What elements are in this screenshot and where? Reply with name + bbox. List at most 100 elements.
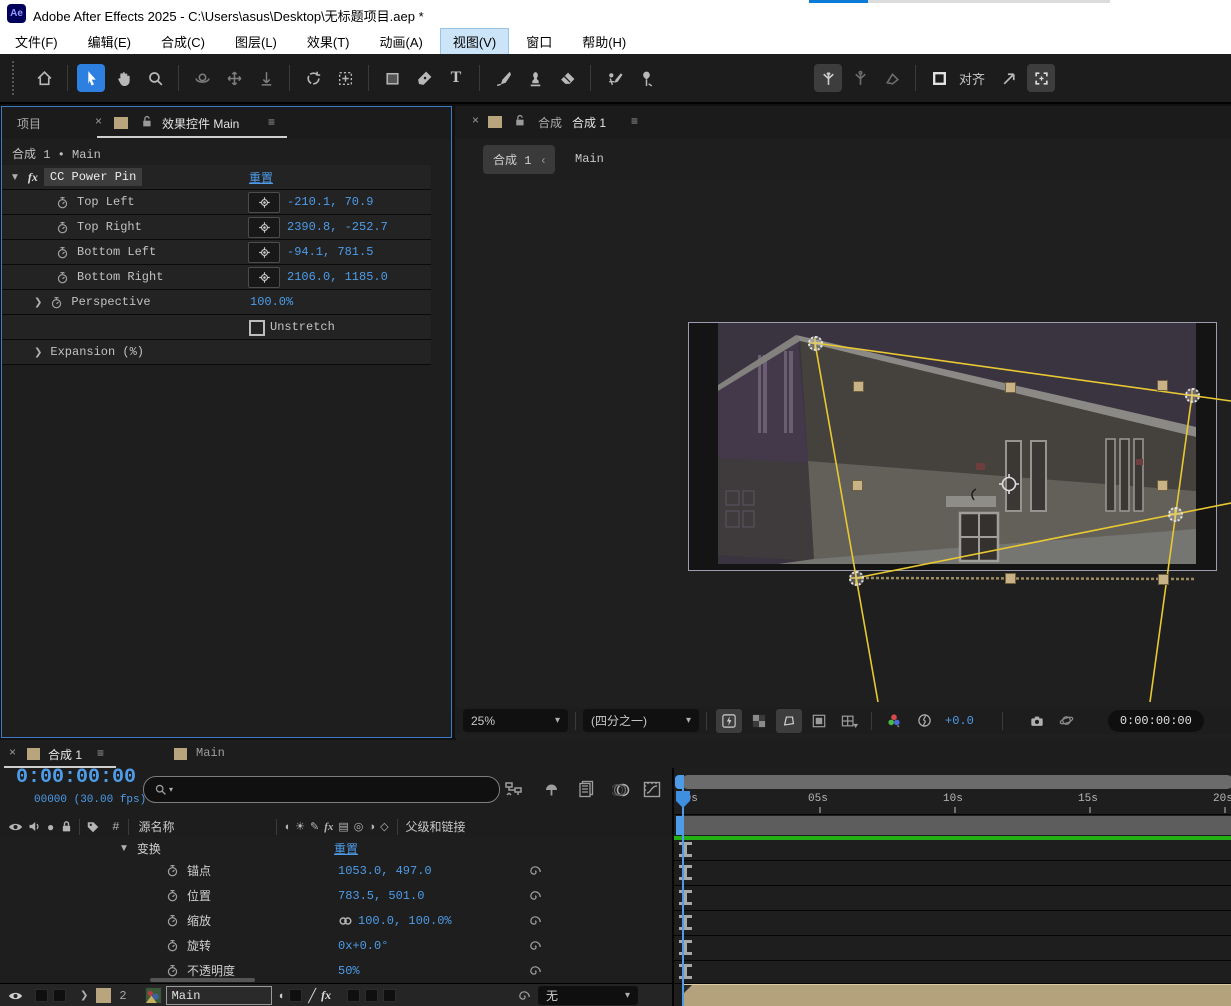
roto-brush-tool[interactable] bbox=[600, 64, 628, 92]
menu-edit[interactable]: 编辑(E) bbox=[76, 29, 143, 54]
pick-whip-icon[interactable] bbox=[528, 964, 542, 978]
transform-label[interactable]: 变换 bbox=[137, 840, 161, 857]
stopwatch-icon[interactable] bbox=[166, 864, 179, 877]
puppet-pin-tool[interactable] bbox=[632, 64, 660, 92]
composition-mini-flowchart-icon[interactable] bbox=[505, 782, 523, 798]
layer-row-main[interactable]: ❯ 2 Main ◖ ╱ fx 无 ▾ bbox=[0, 983, 672, 1006]
time-navigator-bar[interactable] bbox=[682, 775, 1231, 789]
pick-whip-icon[interactable] bbox=[528, 914, 542, 928]
prop-value[interactable]: 1053.0, 497.0 bbox=[338, 864, 432, 878]
param-value[interactable]: -210.1, 70.9 bbox=[287, 195, 373, 209]
prop-label[interactable]: 位置 bbox=[187, 887, 211, 904]
layer-audio-box[interactable] bbox=[35, 989, 48, 1002]
timeline-search[interactable]: ▾ bbox=[143, 776, 500, 803]
effect-row-expansion[interactable]: ❯ Expansion (%) bbox=[2, 340, 431, 365]
puppet-starch-pin-button[interactable] bbox=[846, 64, 874, 92]
param-value[interactable]: -94.1, 781.5 bbox=[287, 245, 373, 259]
menu-window[interactable]: 窗口 bbox=[514, 29, 564, 54]
stopwatch-icon[interactable] bbox=[166, 939, 179, 952]
menu-effect[interactable]: 效果(T) bbox=[295, 29, 362, 54]
prop-value[interactable]: 783.5, 501.0 bbox=[338, 889, 424, 903]
opacity-row[interactable]: 不透明度 50% bbox=[0, 958, 672, 984]
menu-file[interactable]: 文件(F) bbox=[3, 29, 70, 54]
expand-effect-icon[interactable]: ▼ bbox=[10, 172, 20, 183]
tab-comp-1[interactable]: 合成 1 bbox=[48, 746, 82, 763]
snapping-toggle[interactable] bbox=[995, 64, 1023, 92]
exposure-value[interactable]: +0.0 bbox=[945, 714, 974, 728]
layer-duration-bar[interactable] bbox=[682, 984, 1231, 1006]
pin-handle-bottom-left[interactable] bbox=[849, 571, 864, 586]
layer-pick-whip-icon[interactable] bbox=[517, 989, 531, 1003]
playhead-line[interactable] bbox=[682, 789, 684, 1006]
guides-grid-options-button[interactable] bbox=[836, 709, 862, 733]
menu-layer[interactable]: 图层(L) bbox=[223, 29, 289, 54]
brush-tool[interactable] bbox=[489, 64, 517, 92]
layer-shy-switch[interactable]: ◖ bbox=[278, 990, 285, 1002]
selection-tool[interactable] bbox=[77, 64, 105, 92]
region-of-interest-button[interactable] bbox=[806, 709, 832, 733]
pick-whip-icon[interactable] bbox=[528, 864, 542, 878]
layer-handle[interactable] bbox=[1157, 380, 1168, 391]
layer-blur-box[interactable] bbox=[365, 989, 378, 1002]
layer-handle[interactable] bbox=[1158, 574, 1169, 585]
layer-blend-box[interactable] bbox=[347, 989, 360, 1002]
tab-effect-controls[interactable]: 效果控件 Main bbox=[162, 115, 239, 132]
current-time-display[interactable]: 0:00:00:00 bbox=[16, 766, 136, 789]
clone-stamp-tool[interactable] bbox=[521, 64, 549, 92]
point-target-button[interactable] bbox=[248, 192, 280, 213]
exposure-reset-button[interactable] bbox=[911, 709, 937, 733]
keyframe-ibeam[interactable] bbox=[679, 842, 692, 857]
layer-handle[interactable] bbox=[1005, 382, 1016, 393]
tab-comp-name[interactable]: 合成 1 bbox=[572, 114, 606, 131]
mask-visibility-button[interactable] bbox=[776, 709, 802, 733]
hand-tool[interactable] bbox=[109, 64, 137, 92]
graph-editor-icon[interactable] bbox=[643, 781, 661, 798]
stopwatch-icon[interactable] bbox=[166, 889, 179, 902]
anchor-point-row[interactable]: 锚点 1053.0, 497.0 bbox=[0, 858, 672, 884]
stopwatch-icon[interactable] bbox=[56, 271, 69, 284]
time-ruler[interactable]: 00s 05s 10s 15s 20s bbox=[674, 789, 1231, 815]
pin-handle-top-right[interactable] bbox=[1185, 388, 1200, 403]
dolly-camera-tool[interactable] bbox=[252, 64, 280, 92]
view-3d-button[interactable] bbox=[1054, 709, 1080, 733]
transform-group-row[interactable]: ▼ 变换 重置 bbox=[0, 838, 672, 859]
rotation-row[interactable]: 旋转 0x+0.0° bbox=[0, 933, 672, 959]
prop-value[interactable]: 50% bbox=[338, 964, 360, 978]
fast-previews-button[interactable] bbox=[716, 709, 742, 733]
pan-behind-tool[interactable] bbox=[331, 64, 359, 92]
comp-nav-layer-label[interactable]: Main bbox=[575, 152, 604, 166]
mask-visibility-toggle[interactable] bbox=[925, 64, 953, 92]
zoom-tool[interactable] bbox=[141, 64, 169, 92]
resolution-dropdown[interactable]: (四分之一) ▾ bbox=[583, 709, 699, 732]
close-tab-icon[interactable]: × bbox=[95, 114, 102, 128]
tab-project[interactable]: 项目 bbox=[17, 115, 41, 132]
close-tab-icon[interactable]: × bbox=[9, 745, 16, 759]
keyframe-ibeam[interactable] bbox=[679, 865, 692, 880]
work-area-bar[interactable] bbox=[682, 816, 1231, 835]
effect-row-bottom-right[interactable]: Bottom Right 2106.0, 1185.0 bbox=[2, 265, 431, 290]
param-value[interactable]: 2106.0, 1185.0 bbox=[287, 270, 388, 284]
layer-solo-box[interactable] bbox=[53, 989, 66, 1002]
effect-name[interactable]: CC Power Pin bbox=[44, 168, 142, 186]
fx-badge-icon[interactable]: fx bbox=[28, 170, 38, 185]
unstretch-checkbox[interactable] bbox=[249, 320, 265, 336]
motion-blur-icon[interactable] bbox=[612, 782, 630, 798]
prop-value[interactable]: 100.0, 100.0% bbox=[358, 914, 452, 928]
point-target-button[interactable] bbox=[248, 242, 280, 263]
keyframe-ibeam[interactable] bbox=[679, 915, 692, 930]
panel-menu-icon[interactable]: ≡ bbox=[97, 746, 104, 760]
stopwatch-icon[interactable] bbox=[166, 914, 179, 927]
effect-row-top-right[interactable]: Top Right 2390.8, -252.7 bbox=[2, 215, 431, 240]
unlock-icon[interactable] bbox=[513, 114, 526, 127]
transparency-grid-button[interactable] bbox=[746, 709, 772, 733]
pin-handle-top-left[interactable] bbox=[808, 336, 823, 351]
home-button[interactable] bbox=[30, 64, 58, 92]
region-brackets-button[interactable] bbox=[1027, 64, 1055, 92]
perspective-value[interactable]: 100.0% bbox=[250, 295, 293, 309]
viewer-timecode[interactable]: 0:00:00:00 bbox=[1108, 710, 1204, 732]
unlock-icon[interactable] bbox=[140, 115, 153, 128]
stopwatch-icon[interactable] bbox=[56, 221, 69, 234]
snapshot-button[interactable] bbox=[1024, 709, 1050, 733]
prop-label[interactable]: 锚点 bbox=[187, 862, 211, 879]
rotate-tool[interactable] bbox=[299, 64, 327, 92]
